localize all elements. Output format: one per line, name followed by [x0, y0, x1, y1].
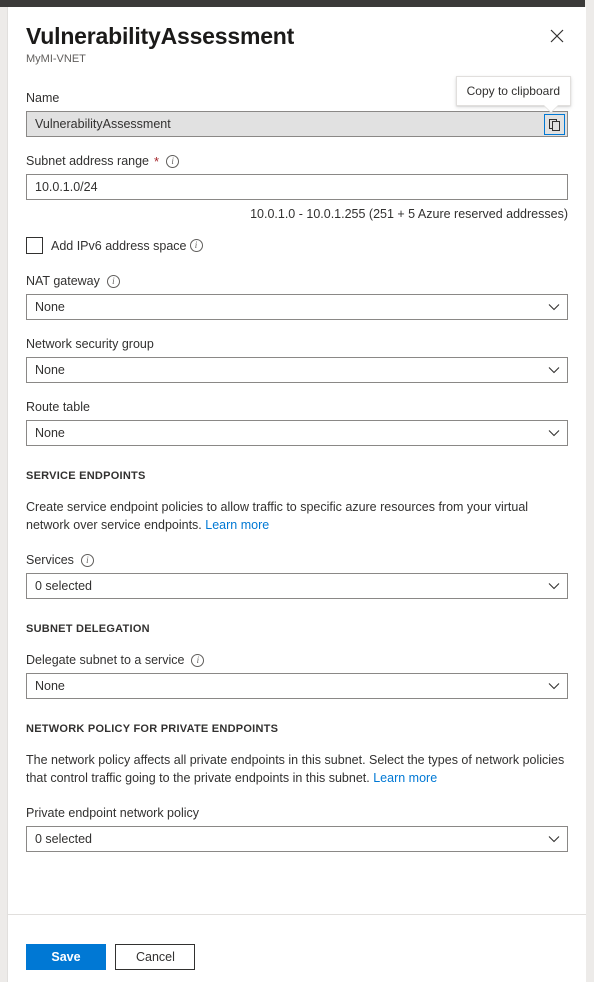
network-security-group-dropdown[interactable]: None	[26, 357, 568, 383]
top-chrome-bar	[0, 0, 585, 7]
subnet-address-range-label-text: Subnet address range	[26, 152, 149, 170]
field-nat-gateway: NAT gateway i None	[26, 272, 568, 320]
service-endpoints-description-text: Create service endpoint policies to allo…	[26, 500, 528, 532]
cancel-button[interactable]: Cancel	[115, 944, 195, 970]
services-value: 0 selected	[35, 579, 92, 593]
services-dropdown[interactable]: 0 selected	[26, 573, 568, 599]
subnet-address-range-value: 10.0.1.0/24	[35, 180, 98, 194]
delegate-subnet-dropdown[interactable]: None	[26, 673, 568, 699]
chevron-down-icon	[548, 366, 560, 374]
required-marker: *	[154, 155, 159, 168]
subnet-edit-blade: VulnerabilityAssessment MyMI-VNET Name V…	[7, 7, 586, 982]
learn-more-link-service-endpoints[interactable]: Learn more	[205, 518, 269, 532]
nat-gateway-label-text: NAT gateway	[26, 272, 100, 290]
ipv6-checkbox-row[interactable]: Add IPv6 address space i	[26, 237, 568, 254]
page-subtitle: MyMI-VNET	[26, 52, 568, 66]
close-icon[interactable]	[542, 21, 572, 51]
name-input[interactable]: VulnerabilityAssessment Copy to clipboar…	[26, 111, 568, 137]
field-name: Name VulnerabilityAssessment Copy to cli…	[26, 89, 568, 137]
subnet-address-range-label: Subnet address range * i	[26, 152, 568, 170]
nat-gateway-label: NAT gateway i	[26, 272, 568, 290]
copy-tooltip: Copy to clipboard	[456, 76, 571, 106]
delegate-subnet-value: None	[35, 679, 65, 693]
chevron-down-icon	[548, 682, 560, 690]
info-icon[interactable]: i	[191, 654, 204, 667]
private-endpoint-policy-dropdown[interactable]: 0 selected	[26, 826, 568, 852]
info-icon[interactable]: i	[190, 239, 203, 252]
section-description-network-policy: The network policy affects all private e…	[26, 751, 568, 787]
section-description-service-endpoints: Create service endpoint policies to allo…	[26, 498, 568, 534]
left-rail	[0, 7, 7, 982]
delegate-subnet-label-text: Delegate subnet to a service	[26, 651, 184, 669]
ipv6-checkbox[interactable]	[26, 237, 43, 254]
chevron-down-icon	[548, 429, 560, 437]
services-label: Services i	[26, 551, 568, 569]
nat-gateway-value: None	[35, 300, 65, 314]
info-icon[interactable]: i	[166, 155, 179, 168]
blade-header: VulnerabilityAssessment MyMI-VNET	[8, 7, 586, 69]
section-heading-subnet-delegation: SUBNET DELEGATION	[26, 623, 568, 635]
private-endpoint-policy-value: 0 selected	[35, 832, 92, 846]
subnet-address-range-helper: 10.0.1.0 - 10.0.1.255 (251 + 5 Azure res…	[26, 206, 568, 223]
page-title: VulnerabilityAssessment	[26, 21, 568, 51]
field-delegate-subnet: Delegate subnet to a service i None	[26, 651, 568, 699]
right-rail	[586, 7, 594, 982]
services-label-text: Services	[26, 551, 74, 569]
network-security-group-label: Network security group	[26, 335, 568, 353]
delegate-subnet-label: Delegate subnet to a service i	[26, 651, 568, 669]
name-input-value: VulnerabilityAssessment	[35, 117, 171, 131]
ipv6-checkbox-label: Add IPv6 address space i	[51, 239, 203, 253]
route-table-label: Route table	[26, 398, 568, 416]
field-private-endpoint-policy: Private endpoint network policy 0 select…	[26, 804, 568, 852]
section-heading-service-endpoints: SERVICE ENDPOINTS	[26, 470, 568, 482]
nat-gateway-dropdown[interactable]: None	[26, 294, 568, 320]
chevron-down-icon	[548, 582, 560, 590]
save-button[interactable]: Save	[26, 944, 106, 970]
private-endpoint-policy-label: Private endpoint network policy	[26, 804, 568, 822]
screenshot-root: VulnerabilityAssessment MyMI-VNET Name V…	[0, 0, 594, 982]
blade-footer: Save Cancel	[8, 916, 586, 982]
field-network-security-group: Network security group None	[26, 335, 568, 383]
learn-more-link-network-policy[interactable]: Learn more	[373, 771, 437, 785]
route-table-dropdown[interactable]: None	[26, 420, 568, 446]
field-services: Services i 0 selected	[26, 551, 568, 599]
subnet-address-range-input[interactable]: 10.0.1.0/24	[26, 174, 568, 200]
network-policy-description-text: The network policy affects all private e…	[26, 753, 564, 785]
info-icon[interactable]: i	[81, 554, 94, 567]
network-security-group-value: None	[35, 363, 65, 377]
blade-body: Name VulnerabilityAssessment Copy to cli…	[8, 69, 586, 915]
copy-icon[interactable]	[544, 114, 565, 135]
section-heading-network-policy: NETWORK POLICY FOR PRIVATE ENDPOINTS	[26, 723, 568, 735]
info-icon[interactable]: i	[107, 275, 120, 288]
ipv6-label-text: Add IPv6 address space	[51, 239, 187, 253]
chevron-down-icon	[548, 835, 560, 843]
chevron-down-icon	[548, 303, 560, 311]
route-table-value: None	[35, 426, 65, 440]
top-chrome-right-gap	[585, 0, 594, 7]
field-subnet-address-range: Subnet address range * i 10.0.1.0/24 10.…	[26, 152, 568, 223]
field-route-table: Route table None	[26, 398, 568, 446]
